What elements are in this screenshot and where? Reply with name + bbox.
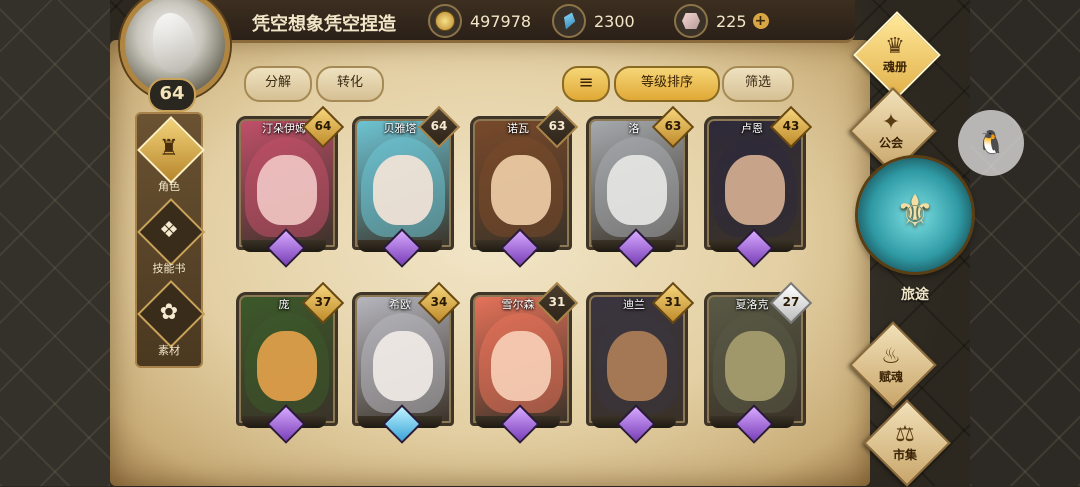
hero-level: 64: [314, 119, 332, 133]
journey-icon: ⚜: [895, 186, 935, 237]
hero-level: 64: [430, 119, 448, 133]
convert-button[interactable]: 转化: [316, 66, 384, 102]
market-icon: ⚖: [895, 422, 915, 447]
hero-card[interactable]: 诺瓦 63: [470, 105, 579, 268]
left-nav: ♜ 角色 ❖ 技能书 ✿ 素材: [135, 112, 205, 368]
market-button[interactable]: ⚖ 市集: [863, 399, 951, 487]
decompose-button[interactable]: 分解: [244, 66, 312, 102]
crystal-amount: 225: [716, 11, 747, 31]
blue-gem-icon: [552, 4, 586, 38]
nav-label-character: 角色: [158, 180, 180, 193]
soul-book-button[interactable]: ♛ 魂册: [853, 11, 941, 99]
soul-book-icon: ♛: [885, 34, 905, 59]
gold-resource[interactable]: 497978: [428, 4, 532, 38]
skillbook-icon: ❖: [159, 218, 179, 243]
gem-resource[interactable]: 2300: [552, 4, 635, 38]
gold-amount: 497978: [470, 11, 532, 31]
nav-item-character[interactable]: ♜ 角色: [137, 116, 205, 198]
player-avatar[interactable]: 64: [112, 0, 230, 112]
hero-level: 37: [314, 295, 332, 309]
hero-card[interactable]: 夏洛克 27: [704, 281, 813, 444]
hero-level: 31: [548, 295, 566, 309]
hero-card[interactable]: 汀朵伊姆 64: [236, 105, 345, 268]
left-border: [0, 0, 110, 486]
player-level-badge: 64: [148, 78, 196, 112]
hero-card[interactable]: 希欧 34: [352, 281, 461, 444]
right-border: [970, 0, 1080, 486]
guild-label: 公会: [878, 136, 903, 150]
hero-level: 31: [664, 295, 682, 309]
journey-button[interactable]: ⚜ 旅途: [858, 158, 972, 303]
crystal-icon: [674, 4, 708, 38]
hero-card[interactable]: 卢恩 43: [704, 105, 813, 268]
guild-icon: ✦: [881, 110, 901, 135]
hero-level: 63: [664, 119, 682, 133]
hero-card[interactable]: 洛 63: [586, 105, 695, 268]
guild-button[interactable]: ✦ 公会: [849, 87, 937, 175]
nav-item-skillbook[interactable]: ❖ 技能书: [137, 198, 205, 280]
hero-card[interactable]: 庞 37: [236, 281, 345, 444]
hero-card[interactable]: 迪兰 31: [586, 281, 695, 444]
journey-label: 旅途: [901, 287, 929, 303]
hero-card[interactable]: 贝雅塔 64: [352, 105, 461, 268]
crystal-resource[interactable]: 225 +: [674, 4, 769, 38]
filter-button[interactable]: 筛选: [722, 66, 794, 102]
nav-label-skillbook: 技能书: [152, 262, 186, 275]
character-icon: ♜: [159, 136, 179, 161]
hero-level: 34: [430, 295, 448, 309]
player-name: 凭空想象凭空捏造: [252, 14, 396, 35]
hero-level: 63: [548, 119, 566, 133]
sort-icon: ≡: [578, 72, 594, 93]
soul-gift-button[interactable]: ♨ 赋魂: [849, 321, 937, 409]
soul-gift-label: 赋魂: [878, 370, 903, 384]
material-icon: ✿: [159, 300, 179, 325]
floating-qq-icon[interactable]: 🐧: [958, 110, 1024, 176]
hero-level: 27: [782, 295, 800, 309]
gold-coin-icon: [428, 4, 462, 38]
gem-amount: 2300: [594, 11, 635, 31]
hero-level: 43: [782, 119, 800, 133]
soul-gift-icon: ♨: [881, 344, 901, 369]
level-sort-button[interactable]: 等级排序: [614, 66, 720, 102]
hero-card[interactable]: 雪尔森 31: [470, 281, 579, 444]
nav-label-material: 素材: [158, 344, 180, 357]
add-crystal-button[interactable]: +: [752, 13, 769, 29]
nav-item-material[interactable]: ✿ 素材: [137, 280, 205, 362]
soul-book-label: 魂册: [882, 60, 907, 74]
market-label: 市集: [892, 448, 917, 462]
sort-order-button[interactable]: ≡: [562, 66, 610, 102]
